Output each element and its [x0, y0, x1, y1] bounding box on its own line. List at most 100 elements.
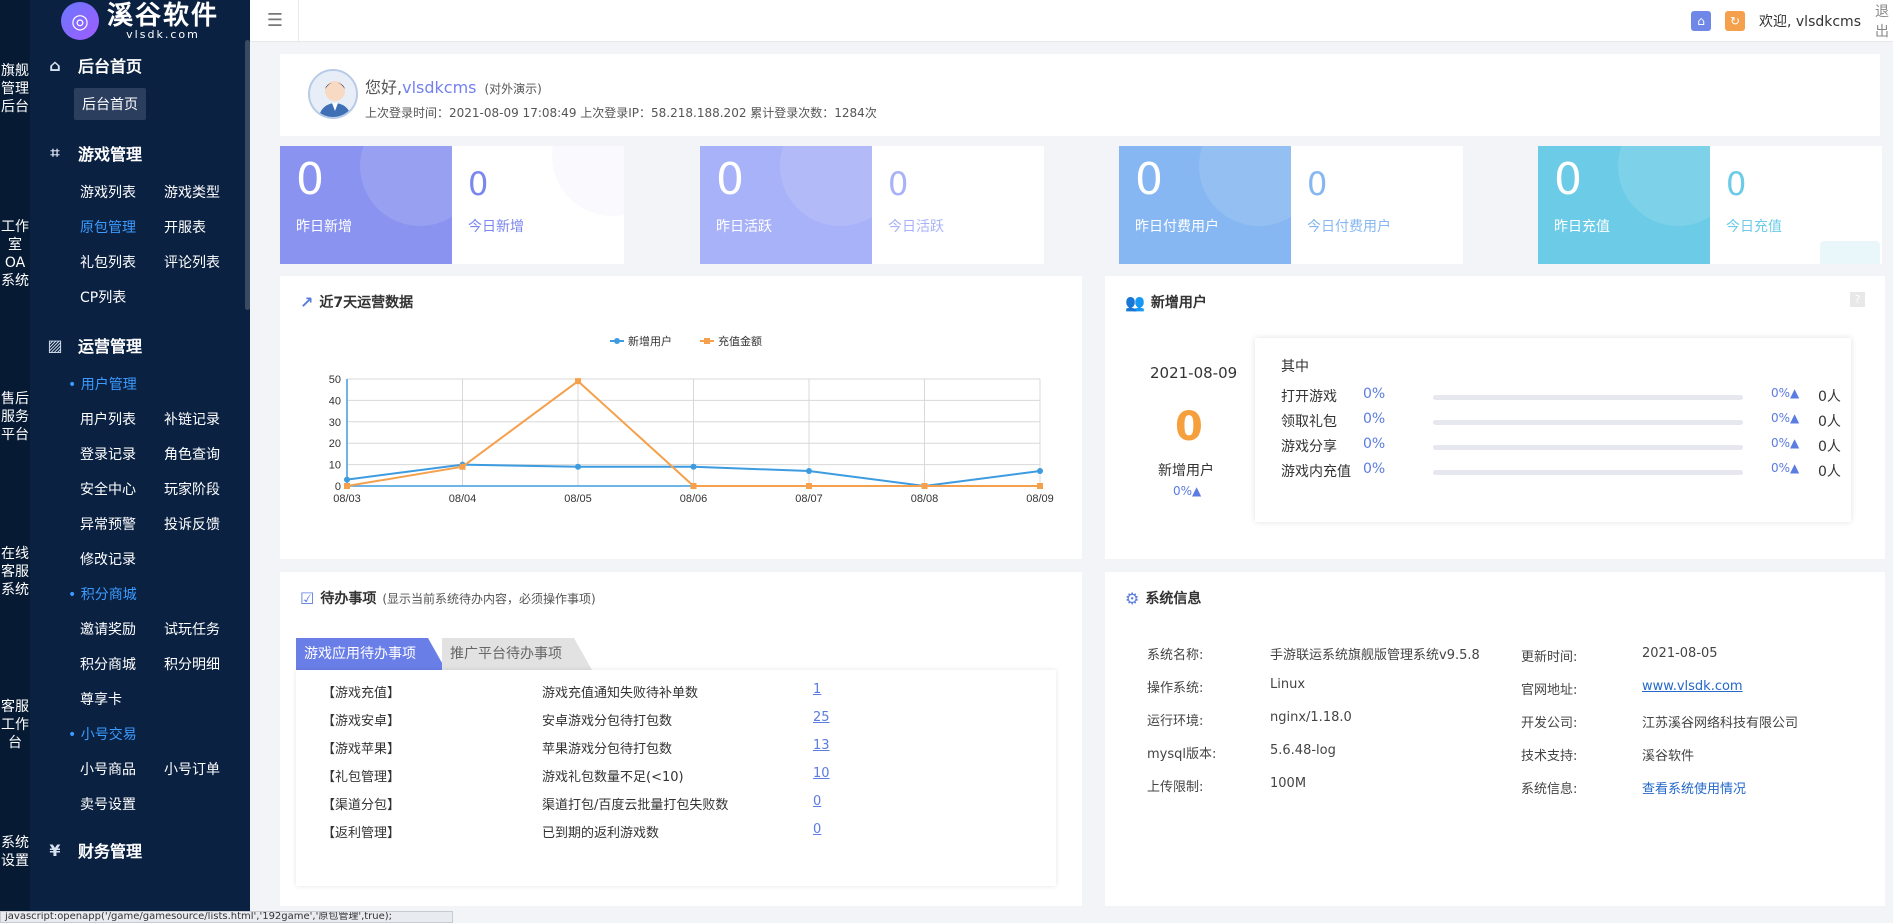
menu-ops[interactable]: ▨ 运营管理 [30, 322, 250, 368]
sidebar: ◎ 溪谷软件 vlsdk.com ⌂ 后台首页 后台首页 ⌗ 游戏管理 游戏列表 游… [30, 0, 250, 923]
todo-category: 【游戏安卓】 [322, 714, 401, 729]
ops-line-chart: 0 10 20 30 40 50 08/03 08/04 08/05 08/06 08/07 08/0… [329, 334, 1054, 505]
sidebar-item-alerts[interactable]: 异常预警 [80, 508, 164, 543]
points-submenu: 邀请奖励 试玩任务 积分商城 积分明细 尊享卡 [30, 613, 250, 718]
rail-item-cs-workbench[interactable]: 客服工作台 [0, 698, 30, 752]
rail-item-flagship[interactable]: 旗舰管理后台 [0, 62, 30, 116]
legend-label: 充值金额 [718, 334, 762, 348]
rail-item-settings[interactable]: 系统设置 [0, 834, 30, 870]
logo-domain: vlsdk.com [126, 27, 200, 41]
tab-game-todo[interactable]: 游戏应用待办事项 [296, 638, 446, 670]
breakdown-name: 领取礼包 [1281, 414, 1337, 430]
todo-tabs: 游戏应用待办事项 推广平台待办事项 [296, 638, 592, 670]
sidebar-item-gift-list[interactable]: 礼包列表 [80, 246, 164, 281]
rail-item-aftersale[interactable]: 售后服务平台 [0, 390, 30, 444]
help-icon[interactable]: ? [1850, 292, 1865, 307]
sidebar-item-game-type[interactable]: 游戏类型 [164, 176, 248, 211]
menu-toggle-icon[interactable]: ☰ [260, 10, 290, 32]
todo-count-link[interactable]: 0 [813, 822, 821, 837]
stat-today-active-value: 0 [888, 165, 909, 203]
sidebar-item-role-query[interactable]: 角色查询 [164, 438, 248, 473]
logout-link[interactable]: 退出 [1875, 1, 1893, 41]
todo-description: 渠道打包/百度云批量打包失败数 [542, 798, 729, 813]
gamepad-icon: ⌗ [50, 143, 60, 162]
menu-game-label: 游戏管理 [78, 145, 143, 164]
sidebar-item-vip-card[interactable]: 尊享卡 [80, 683, 164, 718]
topbar-divider [298, 0, 299, 42]
sidebar-scrollbar[interactable] [245, 40, 250, 310]
todo-count-link[interactable]: 25 [813, 710, 830, 725]
todo-category: 【渠道分包】 [322, 798, 401, 813]
sysinfo-value: 溪谷软件 [1642, 749, 1695, 764]
x-tick-label: 08/05 [564, 493, 592, 505]
sysinfo-title: 系统信息 [1145, 591, 1202, 607]
sidebar-item-user-list[interactable]: 用户列表 [80, 403, 164, 438]
new-users-card: 👥 新增用户 ? 2021-08-09 0 新增用户 0%▲ 其中 打开游戏 0% 0… [1105, 276, 1885, 559]
refresh-icon[interactable]: ↻ [1725, 11, 1745, 31]
sidebar-item-edit-log[interactable]: 修改记录 [80, 543, 164, 578]
sidebar-item-relink[interactable]: 补链记录 [164, 403, 248, 438]
home-shortcut-icon[interactable]: ⌂ [1691, 11, 1711, 31]
rail-item-livechat[interactable]: 在线客服系统 [0, 545, 30, 599]
todo-row: 【游戏充值】 游戏充值通知失败待补单数 1 [322, 682, 1042, 702]
todo-row: 【礼包管理】 游戏礼包数量不足(<10) 10 [322, 766, 1042, 786]
stat-yesterday-active-label: 昨日活跃 [716, 219, 772, 235]
sidebar-item-trial-task[interactable]: 试玩任务 [164, 613, 248, 648]
users-icon: 👥 [1125, 292, 1145, 312]
view-usage-link[interactable]: 查看系统使用情况 [1642, 778, 1746, 797]
data-point [344, 483, 350, 489]
stat-yesterday-paying-value: 0 [1135, 154, 1163, 205]
data-point [1037, 483, 1043, 489]
todo-count-link[interactable]: 13 [813, 738, 830, 753]
breakdown-pct: 0% [1363, 461, 1386, 477]
stat-yesterday-active-value: 0 [716, 154, 744, 205]
sidebar-item-cp-list[interactable]: CP列表 [80, 281, 164, 316]
sidebar-item-points-detail[interactable]: 积分明细 [164, 648, 248, 683]
sidebar-item-home[interactable]: 后台首页 [74, 88, 146, 120]
stat-today-new-label: 今日新增 [468, 219, 524, 235]
sidebar-item-sell-settings[interactable]: 卖号设置 [80, 788, 164, 823]
new-users-count: 0 [1175, 404, 1203, 450]
sidebar-item-login-log[interactable]: 登录记录 [80, 438, 164, 473]
menu-finance[interactable]: ¥ 财务管理 [30, 827, 250, 873]
data-point [575, 378, 581, 385]
gear-icon: ⚙ [1125, 588, 1140, 608]
sidebar-item-player-stage[interactable]: 玩家阶段 [164, 473, 248, 508]
website-link[interactable]: www.vlsdk.com [1642, 679, 1743, 694]
data-point [806, 483, 812, 489]
todo-description: 游戏礼包数量不足(<10) [542, 770, 684, 785]
tab-promo-todo[interactable]: 推广平台待办事项 [442, 638, 592, 670]
todo-note: (显示当前系统待办内容，必须操作事项) [382, 591, 596, 606]
sidebar-item-trade-orders[interactable]: 小号订单 [164, 753, 248, 788]
logo: ◎ 溪谷软件 vlsdk.com [30, 0, 250, 42]
sidebar-item-points-mall[interactable]: 积分商城 [80, 648, 164, 683]
sidebar-item-invite[interactable]: 邀请奖励 [80, 613, 164, 648]
app-switcher-rail: 旗舰管理后台 工作室OA系统 售后服务平台 在线客服系统 客服工作台 系统设置 [0, 0, 30, 923]
todo-count-link[interactable]: 10 [813, 766, 830, 781]
todo-count-link[interactable]: 0 [813, 794, 821, 809]
sidebar-item-source-pkg[interactable]: 原包管理 [80, 211, 164, 246]
group-points-mall[interactable]: 积分商城 [30, 578, 250, 613]
y-tick-label: 50 [329, 374, 341, 386]
sidebar-item-comment-list[interactable]: 评论列表 [164, 246, 248, 281]
rail-item-oa[interactable]: 工作室OA系统 [0, 218, 30, 290]
group-account-trade[interactable]: 小号交易 [30, 718, 250, 753]
breakdown-progress-bar [1433, 395, 1743, 400]
todo-count-link[interactable]: 1 [813, 682, 821, 697]
sidebar-item-complaints[interactable]: 投诉反馈 [164, 508, 248, 543]
group-user-mgmt[interactable]: 用户管理 [30, 368, 250, 403]
sysinfo-value: 江苏溪谷网络科技有限公司 [1642, 716, 1799, 731]
x-tick-label: 08/07 [795, 493, 823, 505]
sysinfo-key: 操作系统: [1147, 681, 1204, 696]
breakdown-row: 游戏内充值 0% 0%▲ 0人 [1281, 461, 1841, 481]
menu-home[interactable]: ⌂ 后台首页 [30, 42, 250, 88]
sysinfo-value: 手游联运系统旗舰版管理系统v9.5.8 [1270, 648, 1480, 663]
sidebar-item-server-table[interactable]: 开服表 [164, 211, 248, 246]
sysinfo-key: 开发公司: [1521, 716, 1578, 731]
sysinfo-value: 2021-08-05 [1642, 646, 1718, 661]
menu-game[interactable]: ⌗ 游戏管理 [30, 130, 250, 176]
sidebar-item-security[interactable]: 安全中心 [80, 473, 164, 508]
breakdown-count: 0人 [1818, 414, 1841, 430]
sidebar-item-trade-goods[interactable]: 小号商品 [80, 753, 164, 788]
sidebar-item-game-list[interactable]: 游戏列表 [80, 176, 164, 211]
